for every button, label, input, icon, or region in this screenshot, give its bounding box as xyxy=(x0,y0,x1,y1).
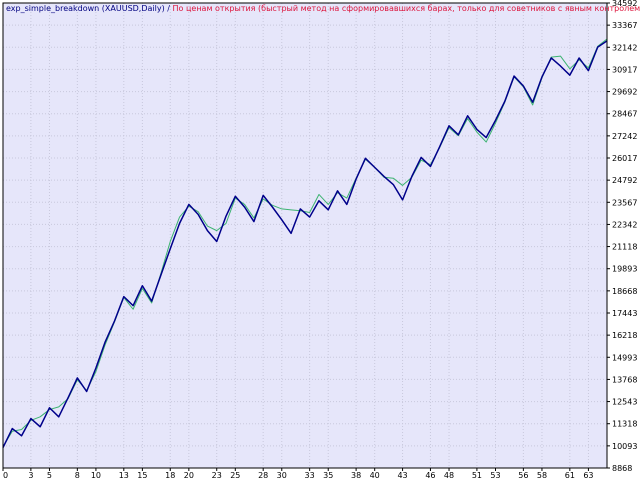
y-tick-label: 30917 xyxy=(612,65,637,74)
x-tick-label: 18 xyxy=(165,471,175,480)
y-tick-label: 29692 xyxy=(612,88,637,97)
y-tick-label: 23567 xyxy=(612,198,637,207)
y-tick-label: 17443 xyxy=(612,309,637,318)
x-tick-label: 61 xyxy=(565,471,575,480)
x-tick-label: 58 xyxy=(537,471,547,480)
x-tick-label: 51 xyxy=(472,471,482,480)
y-tick-label: 28467 xyxy=(612,110,637,119)
chart-title-separator: / xyxy=(165,4,173,13)
y-tick-label: 24792 xyxy=(612,176,637,185)
plot-area xyxy=(3,3,607,468)
y-tick-label: 33367 xyxy=(612,21,637,30)
y-tick-label: 19893 xyxy=(612,265,637,274)
x-tick-label: 8 xyxy=(75,471,80,480)
y-tick-label: 21118 xyxy=(612,243,637,252)
x-tick-label: 15 xyxy=(137,471,147,480)
y-tick-label: 26017 xyxy=(612,154,637,163)
backtest-chart: 8868 10093 11318 12543 13768 14993 16218 17443 1… xyxy=(0,0,640,480)
x-tick-label: 13 xyxy=(119,471,129,480)
x-tick-label: 53 xyxy=(490,471,500,480)
y-tick-label: 10093 xyxy=(612,442,637,451)
x-tick-label: 43 xyxy=(397,471,407,480)
x-tick-label: 46 xyxy=(425,471,435,480)
x-tick-label: 0 xyxy=(3,471,8,480)
x-tick-label: 63 xyxy=(583,471,593,480)
y-tick-label: 13768 xyxy=(612,375,637,384)
x-tick-label: 56 xyxy=(518,471,528,480)
y-tick-label: 22342 xyxy=(612,220,637,229)
y-tick-label: 8868 xyxy=(612,464,632,473)
x-tick-label: 5 xyxy=(47,471,52,480)
x-tick-label: 35 xyxy=(323,471,333,480)
y-tick-label: 32142 xyxy=(612,43,637,52)
x-tick-label: 38 xyxy=(351,471,361,480)
chart-subtitle: По ценам открытия (быстрый метод на сфор… xyxy=(173,4,640,13)
chart-title: exp_simple_breakdown (XAUUSD,Daily) / По… xyxy=(6,4,640,13)
y-tick-label: 14993 xyxy=(612,353,637,362)
x-tick-label: 20 xyxy=(184,471,194,480)
x-tick-label: 40 xyxy=(370,471,380,480)
x-tick-label: 23 xyxy=(212,471,222,480)
x-tick-label: 3 xyxy=(28,471,33,480)
x-tick-label: 48 xyxy=(444,471,454,480)
y-tick-label: 18668 xyxy=(612,287,637,296)
chart-title-main: exp_simple_breakdown (XAUUSD,Daily) xyxy=(6,4,165,13)
y-tick-label: 27242 xyxy=(612,132,637,141)
x-tick-label: 30 xyxy=(277,471,287,480)
y-tick-label: 16218 xyxy=(612,331,637,340)
x-tick-label: 33 xyxy=(305,471,315,480)
x-tick-label: 10 xyxy=(91,471,101,480)
x-tick-label: 28 xyxy=(258,471,268,480)
x-tick-label: 25 xyxy=(230,471,240,480)
y-tick-label: 12543 xyxy=(612,398,637,407)
y-tick-label: 11318 xyxy=(612,420,637,429)
